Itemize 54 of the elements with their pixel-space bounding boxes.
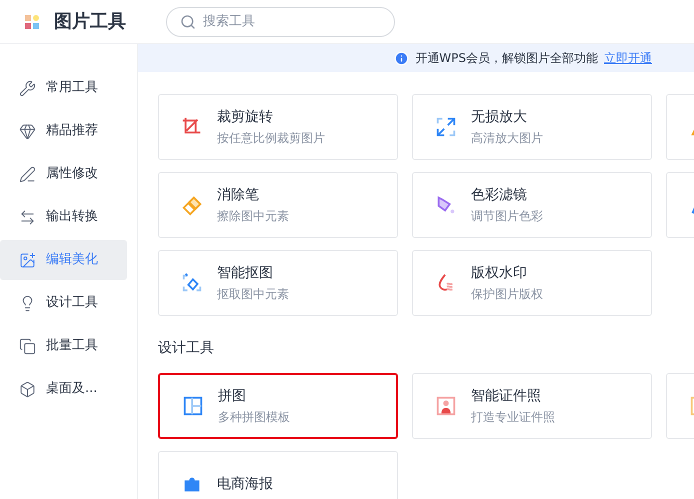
search-icon (180, 14, 196, 30)
id-photo-icon (435, 395, 457, 417)
sidebar-item[interactable]: 桌面及... (0, 369, 127, 409)
eraser-icon (181, 194, 203, 216)
tool-description: 擦除图中元素 (217, 208, 289, 224)
sidebar-item[interactable]: 常用工具 (0, 68, 127, 108)
tool-description: 多种拼图模板 (218, 409, 290, 425)
sidebar-item[interactable]: 批量工具 (0, 326, 127, 366)
convert-icon (19, 208, 36, 226)
paint-bucket-icon (435, 194, 457, 216)
info-icon (394, 50, 410, 66)
sidebar-item[interactable]: 精品推荐 (0, 111, 127, 151)
tool-name: 色彩滤镜 (471, 186, 528, 204)
tool-name: 版权水印 (471, 264, 528, 282)
banner-text: 开通WPS会员，解锁图片全部功能 (415, 50, 598, 67)
cube-icon (19, 380, 36, 398)
image-icon (19, 252, 36, 268)
pen-icon (19, 166, 36, 182)
search-field[interactable]: 搜索工具 (166, 6, 395, 36)
tool-card[interactable]: 消除笔 擦除图中元素 (158, 172, 398, 238)
wrench-icon (19, 80, 36, 96)
tool-card[interactable]: 拼图 多种拼图模板 (158, 373, 398, 439)
tool-name: 无损放大 (471, 108, 528, 126)
tool-description: 打造专业证件照 (471, 409, 555, 425)
tool-description: 调节图片色彩 (471, 208, 543, 224)
tool-card[interactable]: 色彩滤镜 调节图片色彩 (412, 172, 652, 238)
tool-name: 拼图 (218, 387, 247, 405)
app-logo-icon (25, 14, 39, 28)
tool-card[interactable]: 电商海报 (158, 451, 398, 499)
layout-grid-icon (182, 395, 204, 417)
sidebar-item[interactable]: 属性修改 (0, 154, 127, 194)
tool-card[interactable]: 智能证件照 打造专业证件照 (412, 373, 652, 439)
sidebar-item[interactable]: 设计工具 (0, 283, 127, 323)
expand-icon (435, 116, 457, 138)
cutout-icon (181, 272, 203, 294)
upgrade-link[interactable]: 立即开通 (604, 49, 652, 67)
tool-card[interactable]: 无损放大 高清放大图片 (412, 94, 652, 160)
app-title: 图片工具 (54, 10, 126, 34)
tool-name: 电商海报 (217, 475, 273, 493)
tool-name: 裁剪旋转 (217, 108, 274, 126)
tool-name: 消除笔 (217, 186, 260, 204)
tool-description: 按任意比例裁剪图片 (217, 130, 325, 146)
section-title: 设计工具 (158, 339, 215, 358)
tool-card[interactable]: 版权水印 保护图片版权 (412, 250, 652, 316)
diamond-icon (19, 122, 36, 140)
tool-description: 抠取图中元素 (217, 286, 289, 302)
tool-card[interactable]: 裁剪旋转 按任意比例裁剪图片 (158, 94, 398, 160)
sidebar-item[interactable]: 输出转换 (0, 197, 127, 237)
stacked-squares-icon (19, 338, 36, 354)
tool-description: 保护图片版权 (471, 286, 543, 302)
tool-name: 智能证件照 (471, 387, 542, 405)
tool-name: 智能抠图 (217, 264, 274, 282)
tool-description: 高清放大图片 (471, 130, 543, 146)
tool-card[interactable]: 智能抠图 抠取图中元素 (158, 250, 398, 316)
